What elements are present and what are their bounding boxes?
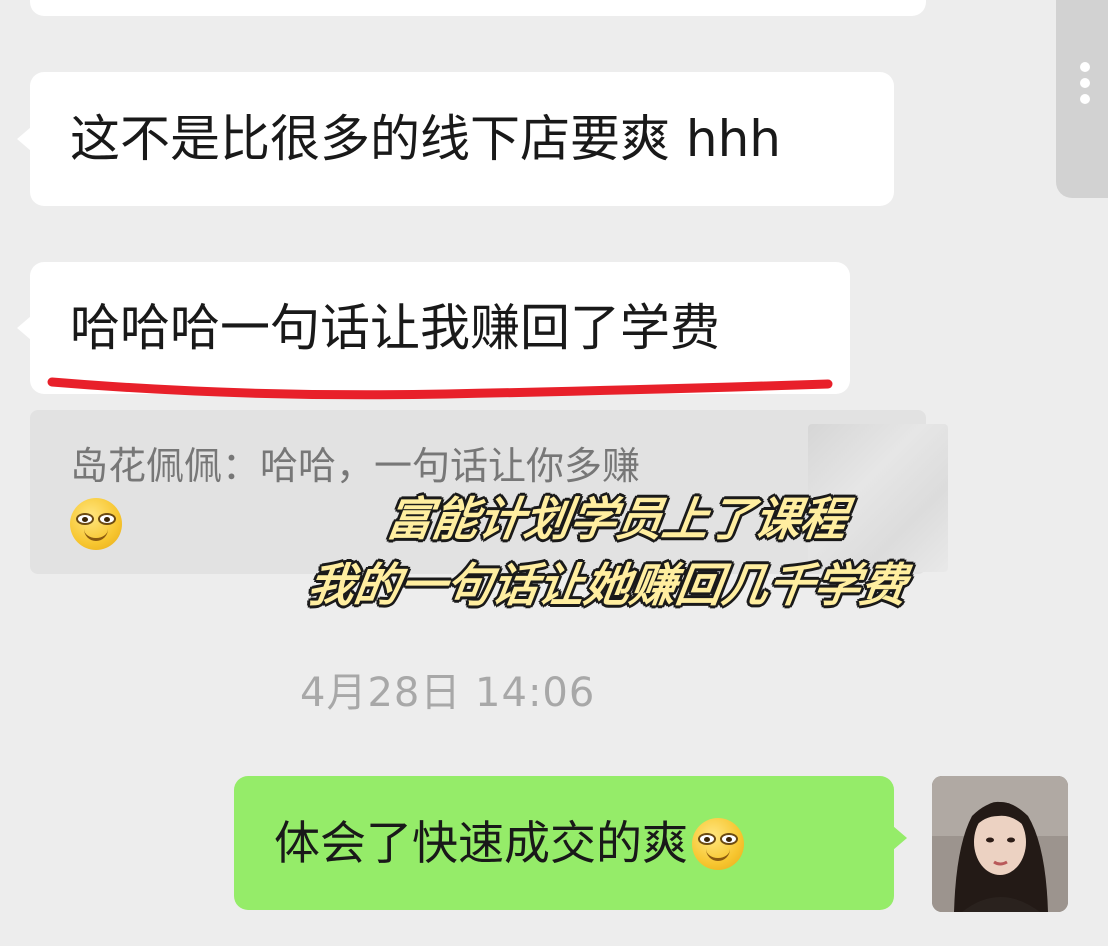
chat-view: 这不是比很多的线下店要爽 hhh 哈哈哈一句话让我赚回了学费 岛花佩佩：哈哈，一… [0,0,1108,946]
caption-line-1: 富能计划学员上了课程 [382,492,851,546]
message-text: 这不是比很多的线下店要爽 hhh [70,110,781,168]
avatar[interactable] [932,776,1068,912]
more-dot-icon [1080,78,1090,88]
red-underline-annotation [47,377,833,400]
more-dot-icon [1080,62,1090,72]
bubble-tail [893,826,907,850]
more-dot-icon [1080,94,1090,104]
message-text: 哈哈哈一句话让我赚回了学费 [70,299,720,357]
grinning-face-icon [692,817,744,870]
caption-line-2: 我的一句话让她赚回几千学费 [304,558,911,612]
caption-overlay: 富能计划学员上了课程 我的一句话让她赚回几千学费 [253,486,972,618]
bubble-tail [17,316,31,340]
quote-sender: 岛花佩佩： [70,444,261,488]
my-message-text: 体会了快速成交的爽 [274,816,688,870]
message-bubble-partial[interactable] [30,0,926,16]
my-message-bubble[interactable]: 体会了快速成交的爽 [234,776,894,910]
avatar-portrait-icon [932,776,1068,912]
scroll-handle[interactable] [1056,0,1108,198]
message-bubble[interactable]: 这不是比很多的线下店要爽 hhh [30,72,894,206]
grinning-face-icon [70,498,122,550]
quote-text: 哈哈，一句话让你多赚 [260,444,641,488]
bubble-tail [17,127,31,151]
timestamp: 4月28日 14:06 [300,670,596,716]
